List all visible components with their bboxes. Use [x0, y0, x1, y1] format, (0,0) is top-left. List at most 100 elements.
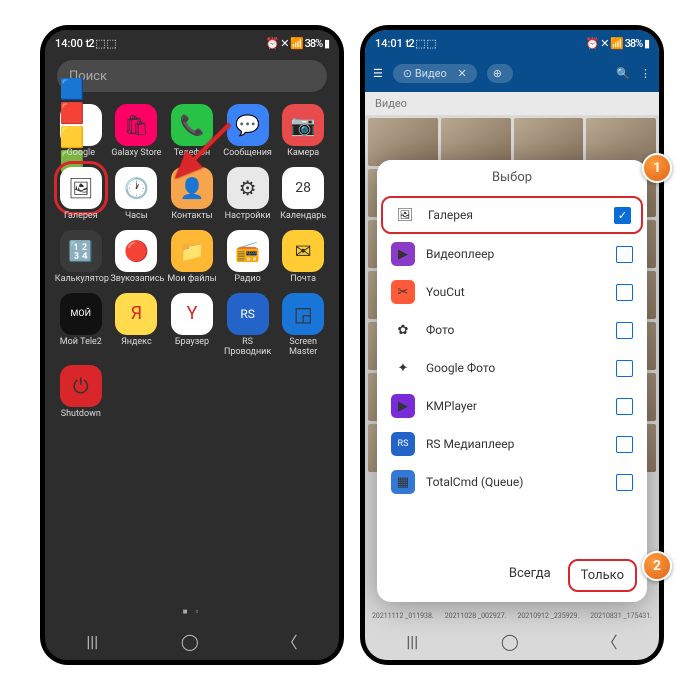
status-bar: 14:00 t2 ⬚ ⬚ ⏰ ✕ 📶 38% ▮: [45, 30, 339, 54]
item-label: Google Фото: [426, 361, 605, 375]
checkbox[interactable]: [616, 322, 633, 339]
checkbox[interactable]: [616, 246, 633, 263]
thumb-caption: 20211028 _002927.: [441, 612, 511, 620]
app-kmplayer[interactable]: ▶ KMPlayer: [377, 387, 647, 425]
yandex-icon: Я: [115, 293, 157, 335]
item-label: Видеоплеер: [426, 247, 605, 261]
clock-app[interactable]: 🕐Часы: [109, 167, 165, 222]
screenmaster-app[interactable]: ◲ Screen Master: [275, 293, 331, 358]
app-gallery[interactable]: 🖼Галерея✓: [381, 196, 643, 234]
app-photo-icon: ✿: [391, 318, 415, 342]
app-videoplayer-icon: ▶: [391, 242, 415, 266]
checkbox[interactable]: [616, 284, 633, 301]
files-app[interactable]: 📁 Мои файлы: [164, 230, 220, 285]
app-gphotos-icon: ✦: [391, 356, 415, 380]
app-gphotos[interactable]: ✦ Google Фото: [377, 349, 647, 387]
app-rsmedia-icon: RS: [391, 432, 415, 456]
checkbox[interactable]: [616, 474, 633, 491]
calculator-app[interactable]: 🔢Калькулятор: [53, 230, 109, 285]
tele2-icon: МОЙ: [60, 293, 102, 335]
checkbox[interactable]: [616, 398, 633, 415]
app-label: Shutdown: [61, 410, 101, 420]
app-photo[interactable]: ✿Фото: [377, 311, 647, 349]
nav-bar: ||| ◯ 〈: [45, 622, 339, 660]
app-totalcmd-icon: ▦: [391, 470, 415, 494]
google-app[interactable]: 🟦🟥🟨🟩Google: [53, 104, 109, 159]
files-icon: 📁: [171, 230, 213, 272]
nav-back[interactable]: 〈: [282, 629, 298, 653]
annotation-badge-1: 1: [642, 153, 672, 183]
once-button[interactable]: Только: [568, 559, 637, 592]
item-label: KMPlayer: [426, 399, 605, 413]
checkbox[interactable]: [616, 436, 633, 453]
menu-icon[interactable]: ☰: [373, 67, 383, 80]
shutdown-app[interactable]: ⏻Shutdown: [53, 365, 109, 420]
app-label: Яндекс: [121, 338, 152, 348]
camera-app[interactable]: 📷 Камера: [275, 104, 331, 159]
radio-app[interactable]: 📻 Радио: [220, 230, 276, 285]
settings-icon: ⚙: [227, 167, 269, 209]
app-label: Сообщения: [223, 149, 272, 159]
nav-home[interactable]: ◯: [501, 632, 519, 651]
gallery-icon: 🖼: [60, 167, 102, 209]
status-bar: 14:01 t2 ⬚ ⬚ ⏰ ✕ 📶 38% ▮: [365, 30, 659, 54]
app-kmplayer-icon: ▶: [391, 394, 415, 418]
thumb-caption: 20210831 _175431.: [586, 612, 656, 620]
galaxy-store-app[interactable]: 🛍Galaxy Store: [109, 104, 165, 159]
dialog-title: Выбор: [377, 160, 647, 195]
nav-back[interactable]: 〈: [602, 629, 618, 653]
app-label: Радио: [234, 275, 260, 285]
app-label: Screen Master: [277, 338, 329, 358]
app-label: RS Проводник: [222, 338, 274, 358]
thumb-caption: 20211112 _011938.: [368, 612, 438, 620]
app-rsmedia[interactable]: RSRS Медиаплеер: [377, 425, 647, 463]
yandex-app[interactable]: Я Яндекс: [109, 293, 165, 358]
app-youcut-icon: ✂: [391, 280, 415, 304]
app-label: Звукозапись: [110, 275, 162, 285]
tab-video[interactable]: Видео: [365, 92, 659, 115]
app-label: Почта: [290, 275, 316, 285]
recorder-icon: 🔴: [115, 230, 157, 272]
app-totalcmd[interactable]: ▦ TotalCmd (Queue): [377, 463, 647, 501]
add-filter[interactable]: ⊕: [487, 64, 513, 83]
rs-app[interactable]: RS RS Проводник: [220, 293, 276, 358]
app-label: Браузер: [175, 338, 209, 348]
app-label: Мои файлы: [167, 275, 216, 285]
settings-app[interactable]: ⚙Настройки: [220, 167, 276, 222]
checkbox[interactable]: ✓: [614, 207, 631, 224]
nav-home[interactable]: ◯: [181, 632, 199, 651]
screenmaster-icon: ◲: [282, 293, 324, 335]
radio-icon: 📻: [227, 230, 269, 272]
item-label: YouCut: [426, 285, 605, 299]
search-icon[interactable]: 🔍: [616, 67, 630, 80]
app-label: Калькулятор: [55, 275, 107, 285]
tele2-app[interactable]: МОЙ Мой Tele2: [53, 293, 109, 358]
annotation-badge-2: 2: [642, 551, 672, 581]
app-label: Календарь: [280, 212, 326, 222]
app-label: Галерея: [64, 212, 98, 222]
mail-app[interactable]: ✉ Почта: [275, 230, 331, 285]
app-youcut[interactable]: ✂ YouCut: [377, 273, 647, 311]
item-label: TotalCmd (Queue): [426, 475, 605, 489]
browser-app[interactable]: YБраузер: [164, 293, 220, 358]
google-icon: 🟦🟥🟨🟩: [60, 104, 102, 146]
calendar-app[interactable]: 28Календарь: [275, 167, 331, 222]
nav-recents[interactable]: |||: [86, 632, 98, 651]
checkbox[interactable]: [616, 360, 633, 377]
rs-icon: RS: [227, 293, 269, 335]
open-with-dialog: Выбор 🖼Галерея✓ ▶ Видеоплеер ✂ YouCut ✿Фото ✦ G…: [377, 160, 647, 602]
app-label: Камера: [287, 149, 319, 159]
home-screen: 14:00 t2 ⬚ ⬚ ⏰ ✕ 📶 38% ▮ Поиск 🟦🟥🟨🟩Googl…: [45, 30, 339, 660]
always-button[interactable]: Всегда: [498, 559, 562, 592]
filter-chip-video[interactable]: ⊙ Видео ✕: [393, 64, 477, 83]
nav-recents[interactable]: |||: [406, 632, 418, 651]
mail-icon: ✉: [282, 230, 324, 272]
gallery-app[interactable]: 🖼 Галерея: [53, 167, 109, 222]
app-label: Мой Tele2: [60, 338, 102, 348]
recorder-app[interactable]: 🔴 Звукозапись: [109, 230, 165, 285]
more-icon[interactable]: ⋮: [640, 67, 651, 80]
camera-icon: 📷: [282, 104, 324, 146]
app-videoplayer[interactable]: ▶ Видеоплеер: [377, 235, 647, 273]
toolbar: ☰ ⊙ Видео ✕ ⊕ 🔍 ⋮: [365, 54, 659, 92]
app-label: Galaxy Store: [111, 149, 161, 159]
